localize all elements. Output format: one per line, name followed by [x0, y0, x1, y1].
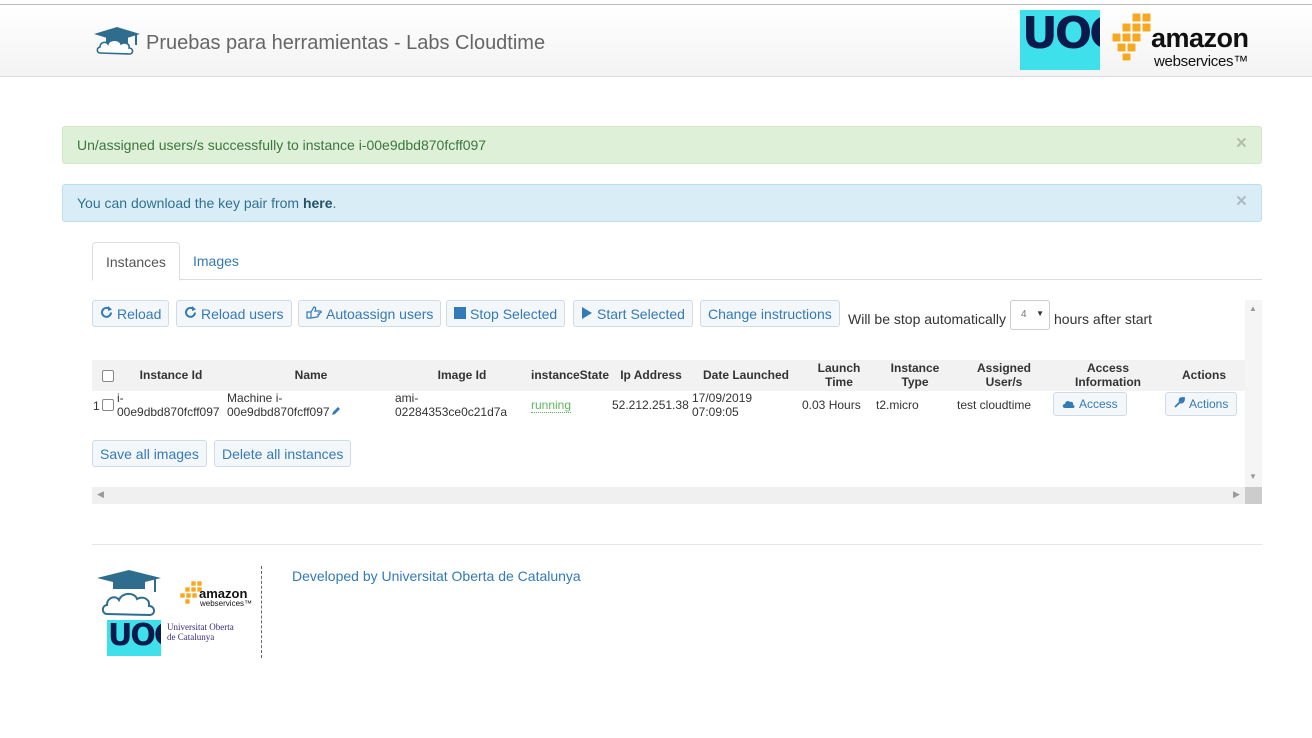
col-image-id: Image Id	[437, 368, 487, 382]
download-key-link[interactable]: here	[303, 195, 333, 211]
stop-selected-button[interactable]: Stop Selected	[446, 300, 566, 327]
col-assigned-users: Assigned User/s	[976, 361, 1031, 389]
footer-developer-text: Developed by Universitat Oberta de Catal…	[292, 568, 581, 584]
col-name: Name	[294, 368, 328, 382]
scroll-up-arrow-icon[interactable]: ▲	[1249, 304, 1257, 313]
play-icon	[581, 306, 593, 322]
row-index: 1	[93, 399, 100, 413]
tab-images[interactable]: Images	[180, 242, 252, 280]
autoassign-users-button[interactable]: Autoassign users	[298, 300, 442, 327]
access-button[interactable]: Access	[1053, 392, 1127, 416]
tab-instances[interactable]: Instances	[92, 242, 180, 281]
uoc-logo: UOC	[1020, 10, 1100, 70]
reload-button[interactable]: Reload	[92, 300, 170, 327]
auto-stop-hours-select[interactable]: 4 ▼	[1010, 300, 1050, 330]
footer-uoc-name: Universitat Oberta de Catalunya	[167, 622, 234, 642]
row-state-running[interactable]: running	[531, 398, 572, 413]
scrollbar-corner	[1245, 487, 1262, 504]
col-launch-time: Launch Time	[817, 361, 861, 389]
scroll-right-arrow-icon[interactable]: ▶	[1233, 489, 1240, 500]
refresh-icon	[184, 305, 197, 322]
col-date-launched: Date Launched	[702, 368, 789, 382]
info-alert-period: .	[332, 195, 337, 211]
success-alert: Un/assigned users/s successfully to inst…	[62, 126, 1262, 164]
cloud-graduation-cap-icon	[92, 25, 142, 62]
row-instance-type: t2.micro	[876, 398, 919, 412]
refresh-icon	[100, 305, 113, 322]
col-instance-state: instanceState	[530, 368, 610, 382]
row-date-launched: 17/09/2019 07:09:05	[692, 391, 753, 419]
delete-all-instances-button[interactable]: Delete all instances	[214, 440, 352, 467]
pencil-edit-icon[interactable]	[331, 405, 341, 419]
auto-stop-suffix: hours after start	[1054, 311, 1153, 327]
cloud-graduation-cap-icon	[97, 570, 161, 617]
start-selected-button[interactable]: Start Selected	[573, 300, 693, 327]
actions-button[interactable]: Actions	[1165, 392, 1238, 416]
wrench-icon	[1174, 396, 1186, 411]
change-instructions-button[interactable]: Change instructions	[700, 300, 840, 327]
tab-bar: Instances Images	[92, 242, 1262, 281]
footer-logos: amazon webservices™ UOC Universitat Ober…	[95, 568, 260, 658]
col-instance-type: Instance Type	[890, 361, 940, 389]
aws-logo: amazon webservices™	[1110, 10, 1270, 72]
instances-table-header: Instance Id Name Image Id instanceState …	[92, 360, 1245, 391]
info-alert: You can download the key pair from here.…	[62, 184, 1262, 222]
dropdown-arrow-icon: ▼	[1036, 309, 1044, 318]
col-instance-id: Instance Id	[139, 368, 203, 382]
col-ip-address: Ip Address	[620, 368, 682, 382]
save-all-images-button[interactable]: Save all images	[92, 440, 207, 467]
cloud-icon	[1062, 397, 1075, 411]
scroll-down-arrow-icon[interactable]: ▼	[1249, 472, 1257, 481]
success-alert-text: Un/assigned users/s successfully to inst…	[77, 137, 487, 153]
footer-divider-line	[92, 544, 1262, 545]
reload-users-button[interactable]: Reload users	[176, 300, 292, 327]
row-launch-time: 0.03 Hours	[802, 398, 861, 412]
vertical-scrollbar[interactable]: ▲ ▼	[1245, 300, 1262, 488]
page-title: Pruebas para herramientas - Labs Cloudti…	[146, 32, 546, 54]
auto-stop-label: Will be stop automatically	[848, 311, 1006, 327]
close-icon[interactable]: ×	[1236, 133, 1247, 155]
select-all-checkbox[interactable]	[102, 370, 114, 382]
scroll-left-arrow-icon[interactable]: ◀	[97, 489, 104, 500]
footer-vertical-divider	[261, 566, 262, 658]
row-image-id: ami- 02284353ce0c21d7a	[395, 391, 508, 419]
footer-uoc-logo: UOC	[107, 620, 161, 656]
header: Pruebas para herramientas - Labs Cloudti…	[0, 5, 1312, 77]
stop-icon	[454, 306, 466, 322]
close-icon[interactable]: ×	[1236, 191, 1247, 213]
table-row: 1 i- 00e9dbd870fcff097 Machine i- 00e9dbd8…	[92, 391, 1245, 421]
row-ip-address: 52.212.251.38	[612, 398, 689, 412]
col-actions: Actions	[1181, 368, 1226, 382]
col-access-information: Access Information	[1075, 361, 1141, 389]
instances-panel: Reload Reload users Autoassign users Sto…	[92, 300, 1262, 504]
row-assigned-users: test cloudtime	[957, 398, 1032, 412]
brand[interactable]: Pruebas para herramientas - Labs Cloudti…	[92, 25, 545, 62]
horizontal-scrollbar[interactable]: ◀ ▶	[92, 487, 1262, 504]
row-name: Machine i- 00e9dbd870fcff097	[227, 391, 341, 419]
row-instance-id: i- 00e9dbd870fcff097	[117, 391, 220, 419]
aws-cubes-icon	[1111, 12, 1152, 62]
hand-pointer-icon	[306, 305, 322, 322]
row-checkbox[interactable]	[102, 399, 114, 411]
info-alert-text: You can download the key pair from	[77, 195, 303, 211]
